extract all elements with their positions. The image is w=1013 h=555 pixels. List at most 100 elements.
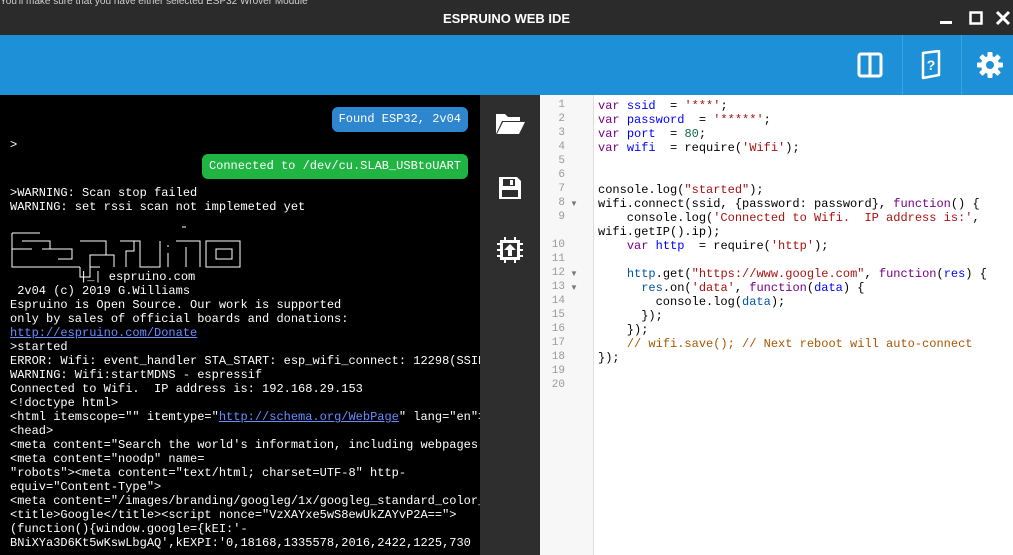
line-number: 13	[551, 281, 565, 293]
code-line: });	[598, 351, 620, 365]
code-token: });	[598, 309, 663, 323]
code-token: data	[742, 295, 771, 309]
open-folder-icon[interactable]	[494, 107, 526, 139]
line-number: 12	[551, 267, 565, 279]
fold-arrow-icon[interactable]: ▼	[570, 199, 578, 208]
help-book-icon[interactable]: ?	[903, 35, 959, 95]
terminal-pane[interactable]: Found ESP32, 2v04 Connected to /dev/cu.S…	[0, 95, 480, 555]
close-icon[interactable]	[993, 8, 1013, 28]
svg-text:?: ?	[927, 57, 936, 73]
code-token: "https://www.google.com"	[691, 267, 865, 281]
code-token: ;	[720, 99, 728, 113]
terminal-warnings: >WARNING: Scan stop failed WARNING: set …	[10, 186, 306, 214]
code-line: // wifi.save(); // Next reboot will auto…	[598, 337, 973, 351]
code-token: function	[749, 281, 807, 295]
code-token: ) {	[965, 267, 987, 281]
code-token: function	[878, 267, 937, 281]
code-token: var	[598, 127, 627, 141]
code-token: );	[770, 295, 786, 309]
code-line: console.log("started");	[598, 183, 764, 197]
code-line: var password = '*****';	[598, 113, 771, 127]
schema-link[interactable]: http://schema.org/WebPage	[219, 410, 399, 424]
code-token: ;	[763, 113, 771, 127]
code-line: var wifi = require('Wifi');	[598, 141, 800, 155]
code-token: res	[943, 267, 966, 281]
fold-arrow-icon[interactable]: ▼	[570, 283, 578, 292]
code-line: console.log(data);	[598, 295, 786, 309]
fold-arrow-icon[interactable]: ▼	[570, 269, 578, 278]
code-token: 'http'	[770, 239, 815, 253]
code-token: });	[598, 351, 620, 365]
code-line: var http = require('http');	[598, 239, 829, 253]
code-line: });	[598, 323, 649, 337]
code-token: ,	[864, 267, 879, 281]
code-token: wifi.getIP().ip);	[598, 225, 721, 239]
line-number: 15	[551, 309, 565, 321]
code-token: 'data'	[691, 281, 735, 295]
code-token: .get(	[655, 267, 692, 281]
code-token: = require(	[655, 141, 743, 155]
code-token: );	[814, 239, 829, 253]
side-toolbar	[480, 95, 540, 555]
code-token: res	[641, 281, 663, 295]
donate-link[interactable]: http://espruino.com/Donate	[10, 326, 197, 340]
code-token: var	[626, 239, 656, 253]
code-token: console.log(	[598, 211, 714, 225]
code-token: );	[785, 141, 800, 155]
line-number: 20	[551, 379, 565, 391]
terminal-output-a: >started ERROR: Wifi: event_handler STA_…	[10, 340, 480, 410]
line-number: 16	[551, 323, 565, 335]
code-token: ) {	[842, 281, 865, 295]
line-number: 4	[558, 141, 565, 153]
code-token: '*****'	[713, 113, 764, 127]
code-token: 'Connected to Wifi. IP address is:'	[713, 211, 973, 225]
code-token: =	[655, 99, 685, 113]
code-token: (	[936, 267, 944, 281]
code-token: var	[598, 99, 627, 113]
code-token: .on(	[662, 281, 692, 295]
code-line: wifi.getIP().ip);	[598, 225, 720, 239]
code-token: '***'	[684, 99, 721, 113]
line-number: 3	[558, 127, 565, 139]
code-token: password	[626, 113, 685, 127]
save-icon[interactable]	[494, 172, 526, 204]
code-token: var	[598, 141, 627, 155]
maximize-icon[interactable]	[966, 8, 986, 28]
upload-to-device-icon[interactable]	[494, 234, 526, 266]
code-token: ,	[972, 211, 980, 225]
terminal-prompt: >	[10, 138, 18, 152]
line-number: 10	[551, 239, 565, 251]
code-token: () {	[950, 197, 980, 211]
line-number: 6	[558, 169, 565, 181]
code-token: wifi.connect(ssid, {password: password},	[598, 197, 894, 211]
code-token: );	[749, 183, 764, 197]
html-line-pre: <html itemscope="" itemtype="	[10, 410, 219, 424]
code-token: });	[598, 323, 649, 337]
code-token: ssid	[626, 99, 656, 113]
code-token: console.log(	[598, 295, 743, 309]
terminal-html-line: <html itemscope="" itemtype="http://sche…	[10, 410, 480, 424]
line-number: 1	[558, 99, 565, 111]
line-number-gutter: 1 2 3 4 5 6 7 8 ▼ 9 10 11 12 ▼ 13 ▼ 14 15 16 17 18 19 20	[540, 95, 594, 555]
settings-gear-icon[interactable]	[962, 35, 1013, 95]
line-number: 2	[558, 113, 565, 125]
code-token: (	[806, 281, 815, 295]
code-editor[interactable]: 1 2 3 4 5 6 7 8 ▼ 9 10 11 12 ▼ 13 ▼ 14 15 16 17 18 19 20 var s…	[540, 95, 1013, 555]
code-token: var	[598, 113, 627, 127]
minimize-icon[interactable]	[936, 8, 956, 28]
code-token: http	[655, 239, 685, 253]
code-token: http	[626, 267, 656, 281]
code-token: "started"	[684, 183, 750, 197]
code-token: console.log(	[598, 183, 685, 197]
line-number: 19	[551, 365, 565, 377]
split-view-icon[interactable]	[842, 35, 898, 95]
terminal-output-b: <head> <meta content="Search the world's…	[10, 424, 480, 550]
line-number: 17	[551, 337, 565, 349]
toolbar: ?	[0, 35, 1013, 95]
terminal-espruino-url: |_| espruino.com	[80, 270, 196, 284]
line-number: 14	[551, 295, 565, 307]
code-token: port	[626, 127, 656, 141]
